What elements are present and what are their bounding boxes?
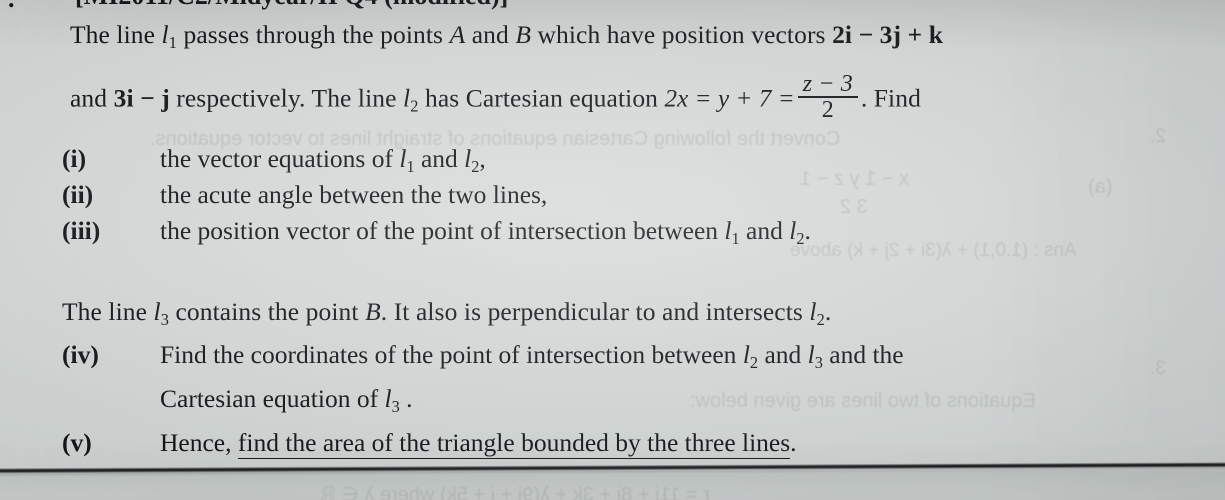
part-label-ii: (ii) <box>62 180 94 209</box>
part-text-ii: the acute angle between the two lines, <box>160 180 547 210</box>
line-l1-symbol: l <box>161 20 169 49</box>
source-reference-header: [MI2011/C2/Midyear/II Q4 (modified)] <box>75 0 508 11</box>
part-label-i: (i) <box>62 144 87 173</box>
part-v-underlined-text: find the area of the triangle bounded by… <box>237 428 791 459</box>
part-iii-symbol-1-sub: 1 <box>731 228 740 248</box>
part-iv-text-a: Find the coordinates of the point of int… <box>160 340 743 369</box>
part-iv-symbol-l2: l <box>742 340 750 369</box>
part-iv-symbol-l3-sub: 3 <box>814 352 823 372</box>
para2-text-c: . It also is perpendicular to and inters… <box>380 297 810 326</box>
question-number-marker: . <box>8 0 15 14</box>
part-i-text-b: and <box>414 144 465 173</box>
part-i-text-a: the vector equations of <box>160 144 400 173</box>
part-i-text-c: , <box>479 144 486 173</box>
part-iii-text-c: . <box>804 216 811 245</box>
paragraph-2: The line l3 contains the point B. It als… <box>62 297 831 330</box>
para2-line-l2-symbol: l <box>809 297 817 326</box>
intro2-text-d: . Find <box>860 83 921 113</box>
part-text-iv-line-1: Find the coordinates of the point of int… <box>160 340 904 373</box>
intro-text-c: and <box>465 20 516 49</box>
part-label-iv: (iv) <box>62 340 99 369</box>
intro-line-2: and 3i − j respectively. The line l2 has… <box>70 71 921 125</box>
fraction-denominator: 2 <box>797 96 858 123</box>
part-iv-line2-text-a: Cartesian equation of <box>160 384 385 413</box>
part-text-i: the vector equations of l1 and l2, <box>160 144 486 177</box>
para2-text-b: contains the point <box>169 297 366 326</box>
part-i-symbol-1-sub: 1 <box>406 156 415 176</box>
part-text-iii: the position vector of the point of inte… <box>160 216 811 249</box>
line-l3-symbol: l <box>153 297 161 326</box>
part-label-iii: (iii) <box>62 216 101 245</box>
intro2-text-a: and <box>70 83 114 113</box>
part-ii-text-a: the acute angle between the two lines, <box>160 180 548 209</box>
cartesian-equation-left: 2x = y + 7 = <box>664 85 795 113</box>
line-l1-subscript: 1 <box>168 32 177 52</box>
scanned-page: . [MI2011/C2/Midyear/II Q4 (modified)] C… <box>0 0 1225 500</box>
point-B-symbol: B <box>515 20 532 49</box>
part-v-tail: . <box>790 428 797 457</box>
line-l3-subscript: 3 <box>160 309 169 329</box>
part-label-v: (v) <box>62 428 92 457</box>
part-iv-text-b: and <box>758 340 808 369</box>
intro2-text-c: has Cartesian equation <box>418 83 665 113</box>
part-text-iv-line-2: Cartesian equation of l3 . <box>160 384 412 417</box>
part-iv-line2-text-b: . <box>399 384 413 413</box>
intro2-text-b: respectively. The line <box>169 83 404 113</box>
fraction-z-minus-3-over-2: z − 3 2 <box>797 71 858 123</box>
part-iv-line2-symbol-l3: l <box>384 384 392 413</box>
part-iv-text-c: and the <box>822 340 904 369</box>
part-iv-symbol-l3: l <box>807 340 815 369</box>
part-iv-line2-symbol-l3-sub: 3 <box>391 396 400 416</box>
para2-text-a: The line <box>62 297 154 326</box>
part-v-lead: Hence, <box>160 428 238 457</box>
part-iii-text-b: and <box>739 216 790 245</box>
fraction-numerator: z − 3 <box>802 71 853 97</box>
line-l2-subscript: 2 <box>410 96 419 116</box>
part-text-v: Hence, find the area of the triangle bou… <box>160 428 797 459</box>
position-vector-B: 3i − j <box>113 83 170 113</box>
intro-text-b: passes through the points <box>177 20 450 49</box>
intro-text-d: which have position vectors <box>531 20 833 49</box>
intro-text-a: The line <box>70 20 162 49</box>
position-vector-A: 2i − 3j + k <box>832 20 943 49</box>
part-iv-symbol-l2-sub: 2 <box>749 352 759 372</box>
running-header-clip: . [MI2011/C2/Midyear/II Q4 (modified)] <box>0 0 1225 16</box>
para2-text-d: . <box>824 297 832 326</box>
part-iii-text-a: the position vector of the point of inte… <box>160 216 725 245</box>
para2-line-l2-subscript: 2 <box>816 309 825 329</box>
intro-line-1: The line l1 passes through the points A … <box>70 20 943 53</box>
point-A-symbol: A <box>449 20 466 49</box>
para2-point-B: B <box>365 297 381 326</box>
